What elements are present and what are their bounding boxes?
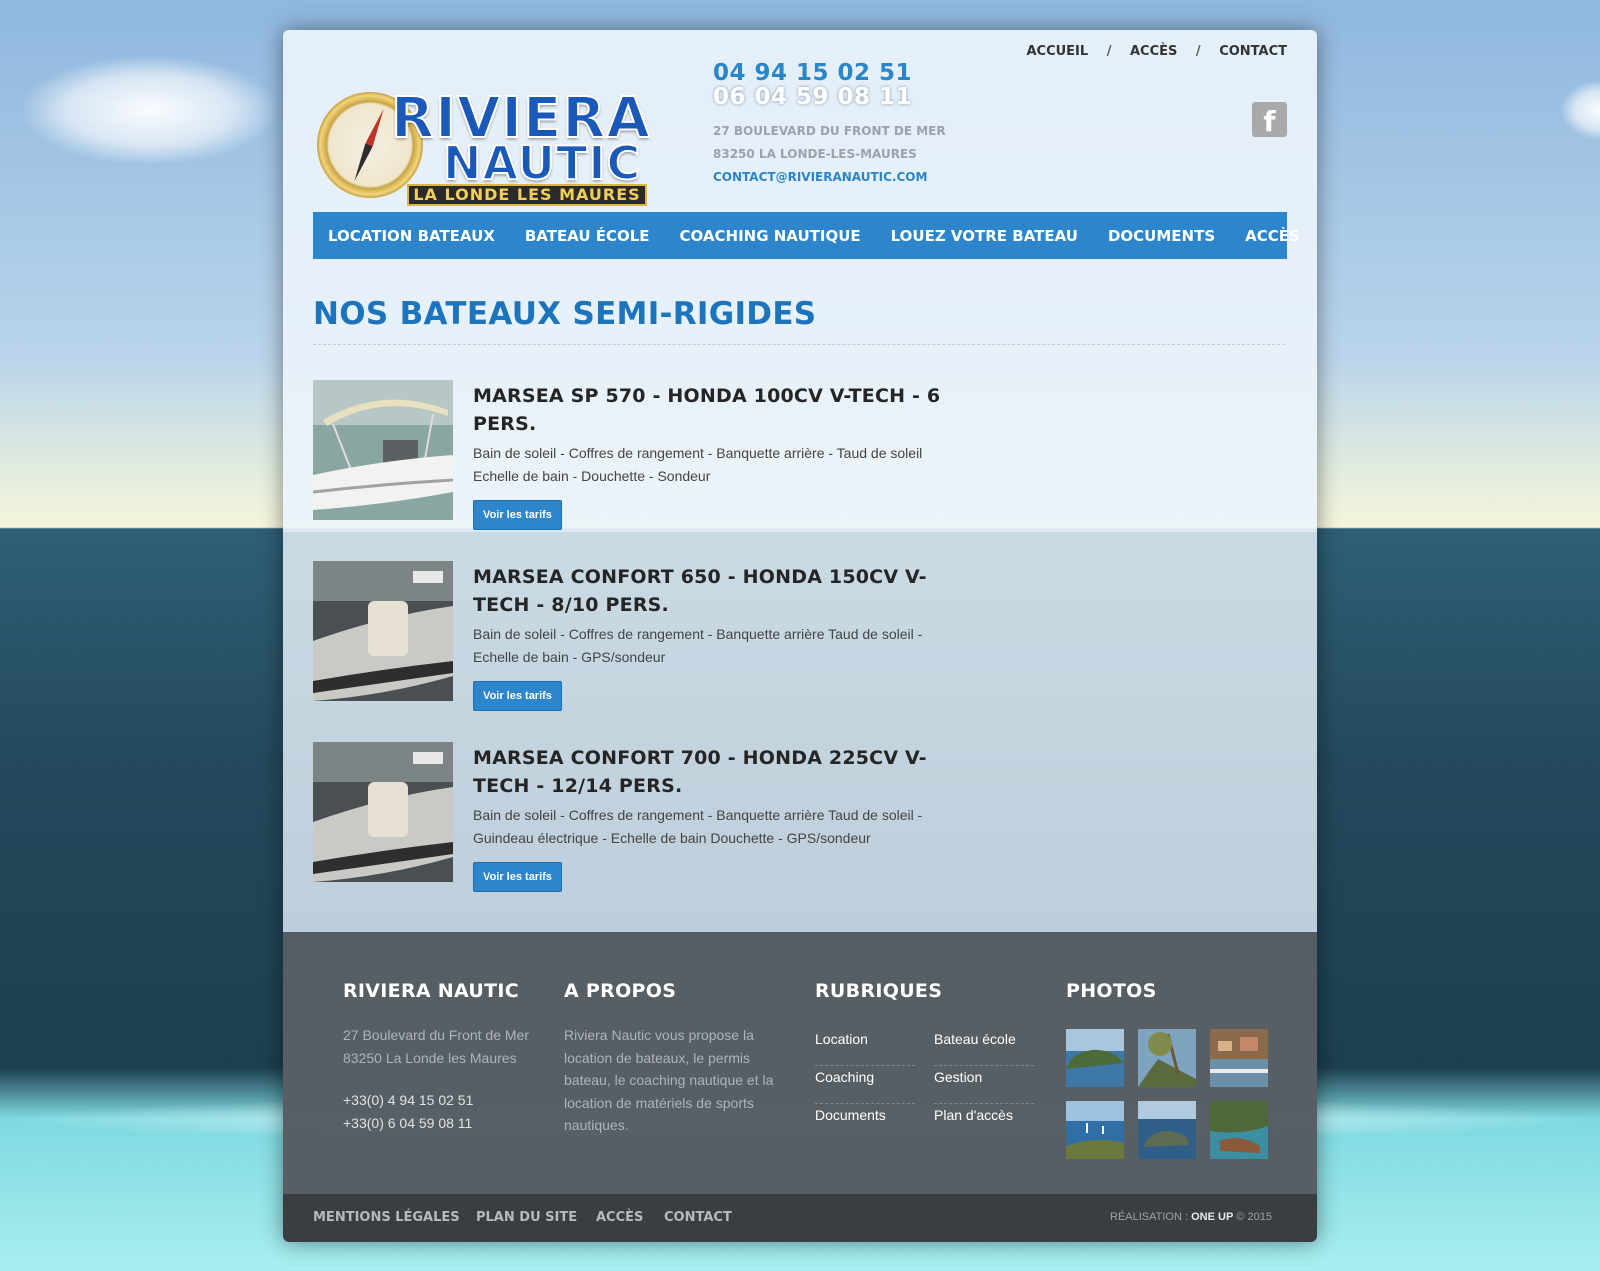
footer-phone[interactable]: +33(0) 4 94 15 02 51: [343, 1089, 543, 1112]
bottom-link-plan-du-site[interactable]: PLAN DU SITE: [476, 1210, 577, 1225]
phone-primary[interactable]: 04 94 15 02 51: [713, 60, 946, 86]
boat-info: MARSEA CONFORT 650 - HONDA 150CV V-TECH …: [473, 563, 943, 668]
view-prices-button[interactable]: Voir les tarifs: [473, 500, 562, 530]
credit-label: RÉALISATION :: [1110, 1211, 1189, 1223]
nav-coaching-nautique[interactable]: COACHING NAUTIQUE: [680, 227, 861, 245]
footer-col-photos: PHOTOS: [1066, 980, 1276, 1002]
footer-link-gestion[interactable]: Gestion: [934, 1066, 1034, 1104]
boat-photo[interactable]: [313, 380, 453, 520]
main-nav: LOCATION BATEAUX BATEAU ÉCOLE COACHING N…: [313, 212, 1300, 259]
footer-link-documents[interactable]: Documents: [815, 1104, 915, 1142]
footer-photo[interactable]: [1210, 1101, 1268, 1159]
cloud-left: [20, 55, 280, 165]
header-contact: 04 94 15 02 51 06 04 59 08 11 27 BOULEVA…: [713, 60, 946, 189]
footer-title: PHOTOS: [1066, 980, 1157, 1002]
boat-name[interactable]: MARSEA SP 570 - HONDA 100CV V-TECH - 6 P…: [473, 382, 943, 438]
view-prices-button[interactable]: Voir les tarifs: [473, 862, 562, 892]
footer: RIVIERA NAUTIC 27 Boulevard du Front de …: [283, 932, 1317, 1194]
view-prices-button[interactable]: Voir les tarifs: [473, 681, 562, 711]
footer-photo[interactable]: [1138, 1029, 1196, 1087]
boat-photo[interactable]: [313, 561, 453, 701]
bottom-link-mentions[interactable]: MENTIONS LÉGALES: [313, 1210, 460, 1225]
address-line: 83250 LA LONDE-LES-MAURES: [713, 147, 917, 161]
facebook-icon[interactable]: f: [1252, 102, 1287, 138]
nav-bateau-ecole[interactable]: BATEAU ÉCOLE: [525, 227, 650, 245]
footer-title: A PROPOS: [564, 980, 677, 1002]
title-divider: [313, 344, 1285, 345]
boat-name[interactable]: MARSEA CONFORT 650 - HONDA 150CV V-TECH …: [473, 563, 943, 619]
boat-item: MARSEA CONFORT 700 - HONDA 225CV V-TECH …: [313, 742, 1253, 892]
top-nav-separator: /: [1106, 44, 1112, 59]
footer-link-bateau-ecole[interactable]: Bateau école: [934, 1028, 1034, 1066]
footer-title: RIVIERA NAUTIC: [343, 980, 520, 1002]
footer-photo[interactable]: [1210, 1029, 1268, 1087]
nav-louez-votre-bateau[interactable]: LOUEZ VOTRE BATEAU: [891, 227, 1078, 245]
top-nav-acces[interactable]: ACCÈS: [1130, 44, 1177, 59]
nav-documents[interactable]: DOCUMENTS: [1108, 227, 1215, 245]
footer-col-riviera: RIVIERA NAUTIC 27 Boulevard du Front de …: [343, 980, 543, 1134]
footer-photo[interactable]: [1066, 1101, 1124, 1159]
footer-address-line: 27 Boulevard du Front de Mer: [343, 1027, 529, 1043]
bottom-bar: MENTIONS LÉGALES PLAN DU SITE ACCÈS CONT…: [283, 1194, 1317, 1242]
page-title: NOS BATEAUX SEMI-RIGIDES: [313, 296, 817, 332]
site-credit: RÉALISATION : ONE UP © 2015: [1110, 1211, 1272, 1223]
credit-year: © 2015: [1236, 1211, 1272, 1223]
boat-description: Bain de soleil - Coffres de rangement - …: [473, 626, 923, 665]
top-nav: ACCUEIL / ACCÈS / CONTACT: [1026, 44, 1287, 59]
header-address: 27 BOULEVARD DU FRONT DE MER 83250 LA LO…: [713, 120, 946, 166]
footer-link-coaching[interactable]: Coaching: [815, 1066, 915, 1104]
boat-name[interactable]: MARSEA CONFORT 700 - HONDA 225CV V-TECH …: [473, 744, 943, 800]
boat-info: MARSEA CONFORT 700 - HONDA 225CV V-TECH …: [473, 744, 943, 849]
footer-photo-grid: [1066, 1029, 1276, 1159]
credit-name[interactable]: ONE UP: [1191, 1211, 1233, 1223]
top-nav-accueil[interactable]: ACCUEIL: [1026, 44, 1088, 59]
top-nav-contact[interactable]: CONTACT: [1219, 44, 1287, 59]
nav-location-bateaux[interactable]: LOCATION BATEAUX: [328, 227, 495, 245]
boat-item: MARSEA SP 570 - HONDA 100CV V-TECH - 6 P…: [313, 380, 1253, 530]
address-line: 27 BOULEVARD DU FRONT DE MER: [713, 124, 946, 138]
bottom-link-acces[interactable]: ACCÈS: [596, 1210, 643, 1225]
footer-link-location[interactable]: Location: [815, 1028, 915, 1066]
nav-acces[interactable]: ACCÈS: [1245, 227, 1300, 245]
footer-address-line: 83250 La Londe les Maures: [343, 1049, 517, 1066]
footer-phone[interactable]: +33(0) 6 04 59 08 11: [343, 1112, 543, 1135]
footer-photo[interactable]: [1066, 1029, 1124, 1087]
cloud-right-edge: [1560, 80, 1600, 140]
footer-link-plan-acces[interactable]: Plan d'accès: [934, 1104, 1034, 1142]
footer-col-rubriques: RUBRIQUES: [815, 980, 1045, 1002]
boat-item: MARSEA CONFORT 650 - HONDA 150CV V-TECH …: [313, 561, 1253, 711]
bottom-link-contact[interactable]: CONTACT: [664, 1210, 732, 1225]
phone-secondary[interactable]: 06 04 59 08 11: [713, 84, 946, 110]
footer-photo[interactable]: [1138, 1101, 1196, 1159]
footer-title: RUBRIQUES: [815, 980, 943, 1002]
boat-description: Bain de soleil - Coffres de rangement - …: [473, 445, 923, 484]
footer-address: 27 Boulevard du Front de Mer 83250 La Lo…: [343, 1024, 543, 1069]
logo-line2: NAUTIC: [442, 135, 642, 191]
site-logo[interactable]: RIVIERA NAUTIC LA LONDE LES MAURES: [315, 60, 655, 210]
page-container: RIVIERA NAUTIC LA LONDE LES MAURES 04 94…: [283, 30, 1317, 1242]
boat-info: MARSEA SP 570 - HONDA 100CV V-TECH - 6 P…: [473, 382, 943, 487]
footer-phones: +33(0) 4 94 15 02 51 +33(0) 6 04 59 08 1…: [343, 1089, 543, 1134]
boat-description: Bain de soleil - Coffres de rangement - …: [473, 807, 923, 846]
header-email-link[interactable]: CONTACT@RIVIERANAUTIC.COM: [713, 166, 946, 189]
footer-col-apropos: A PROPOS Riviera Nautic vous propose la …: [564, 980, 789, 1137]
top-nav-separator: /: [1195, 44, 1201, 59]
boat-photo[interactable]: [313, 742, 453, 882]
footer-about-text: Riviera Nautic vous propose la location …: [564, 1027, 774, 1133]
logo-band: LA LONDE LES MAURES: [407, 184, 647, 206]
